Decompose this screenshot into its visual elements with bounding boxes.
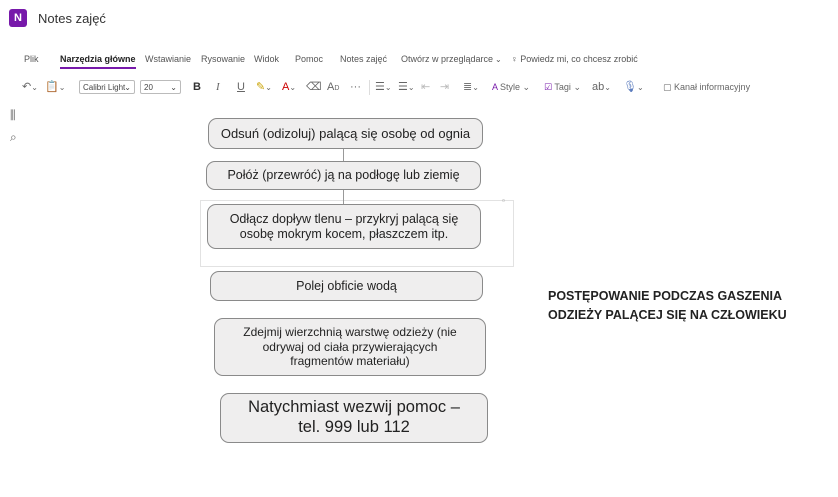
connector-line — [343, 149, 344, 161]
chevron-down-icon: ⌄ — [124, 83, 131, 92]
tags-button[interactable]: ☑ Tagi ⌄ — [544, 77, 581, 97]
connector-line — [343, 190, 344, 204]
step-text: Zdejmij wierzchnią warstwę odzieży (nie … — [243, 325, 457, 369]
font-size-value: 20 — [144, 83, 153, 92]
tell-me-search[interactable]: ♀ Powiedz mi, co chcesz zrobić — [511, 54, 638, 64]
italic-button[interactable]: I — [216, 77, 220, 97]
bullets-icon[interactable]: ☰⌄ — [375, 77, 392, 97]
onenote-app-icon: N — [9, 9, 27, 27]
step-text: Odsuń (odizoluj) palącą się osobę od ogn… — [220, 125, 471, 141]
chevron-down-icon: ⌄ — [495, 55, 502, 64]
step-text: Połóż (przewróć) ją na podłogę lub ziemi… — [227, 168, 460, 182]
tab-draw[interactable]: Rysowanie — [201, 54, 245, 64]
style-icon: A — [492, 82, 498, 92]
step-box[interactable]: Zdejmij wierzchnią warstwę odzieży (nie … — [214, 318, 486, 376]
font-name-select[interactable]: Calibri Light ⌄ — [79, 80, 135, 94]
bold-button[interactable]: B — [193, 77, 201, 97]
chevron-down-icon: ⌄ — [170, 83, 177, 92]
page-heading[interactable]: POSTĘPOWANIE PODCZAS GASZENIA ODZIEŻY PA… — [548, 287, 808, 325]
more-options-button[interactable]: ··· — [350, 77, 361, 97]
note-canvas: ▫ Odsuń (odizoluj) palącą się osobę od o… — [0, 0, 838, 497]
feed-label: Kanał informacyjny — [674, 82, 751, 92]
align-icon[interactable]: ≣⌄ — [463, 77, 479, 97]
frame-handle-icon[interactable]: ▫ — [502, 197, 510, 205]
tab-open-in-browser[interactable]: Otwórz w przeglądarce ⌄ — [401, 54, 502, 64]
title-bar: N Notes zajęć — [0, 0, 838, 40]
spelling-icon[interactable]: ab⌄ — [592, 77, 611, 97]
style-button[interactable]: A Style ⌄ — [492, 77, 530, 97]
indent-icon[interactable]: ⇥ — [440, 77, 449, 97]
divider — [369, 80, 370, 95]
tell-me-placeholder: Powiedz mi, co chcesz zrobić — [520, 54, 638, 64]
tab-file[interactable]: Plik — [24, 54, 39, 64]
search-icon[interactable]: ⌕ — [10, 130, 17, 145]
tab-help[interactable]: Pomoc — [295, 54, 323, 64]
step-box[interactable]: Połóż (przewróć) ją na podłogę lub ziemi… — [206, 161, 481, 190]
tab-class-notebook[interactable]: Notes zajęć — [340, 54, 387, 64]
eraser-icon[interactable]: ⌫ — [306, 77, 322, 97]
step-text: Natychmiast wezwij pomoc – tel. 999 lub … — [248, 398, 460, 436]
numbering-icon[interactable]: ☰⌄ — [398, 77, 415, 97]
dictate-icon[interactable]: 🎙⌄ — [623, 77, 644, 97]
step-box[interactable]: Odsuń (odizoluj) palącą się osobę od ogn… — [208, 118, 483, 149]
text-effects-icon[interactable]: AD — [327, 77, 339, 97]
tab-home[interactable]: Narzędzia główne — [60, 54, 136, 69]
font-size-select[interactable]: 20 ⌄ — [140, 80, 181, 94]
ribbon-tabs: Plik Narzędzia główne Wstawianie Rysowan… — [0, 54, 838, 72]
clipboard-icon[interactable]: 📋⌄ — [45, 77, 65, 97]
step-box[interactable]: Polej obficie wodą — [210, 271, 483, 301]
notebook-title[interactable]: Notes zajęć — [38, 11, 106, 26]
font-color-icon[interactable]: A⌄ — [282, 77, 296, 97]
step-text: Odłącz dopływ tlenu – przykryj palącą si… — [229, 211, 459, 241]
step-text: Polej obficie wodą — [296, 278, 397, 293]
tags-label: Tagi — [554, 82, 571, 92]
step-box[interactable]: Natychmiast wezwij pomoc – tel. 999 lub … — [220, 393, 488, 443]
underline-button[interactable]: U — [237, 77, 245, 97]
feed-icon: ▢ — [663, 82, 672, 92]
home-toolbar: ↶⌄ 📋⌄ Calibri Light ⌄ 20 ⌄ B I U ✎⌄ A⌄ ⌫ A… — [0, 77, 838, 99]
open-in-browser-label: Otwórz w przeglądarce — [401, 54, 494, 64]
library-icon[interactable]: ⫼ — [10, 108, 16, 123]
outdent-icon[interactable]: ⇤ — [421, 77, 430, 97]
tab-insert[interactable]: Wstawianie — [145, 54, 191, 64]
step-box[interactable]: Odłącz dopływ tlenu – przykryj palącą si… — [207, 204, 481, 249]
undo-icon[interactable]: ↶⌄ — [22, 77, 38, 97]
lightbulb-icon: ♀ — [511, 54, 518, 64]
style-label: Style — [500, 82, 521, 92]
tags-icon: ☑ — [544, 82, 553, 92]
feed-button[interactable]: ▢ Kanał informacyjny — [663, 77, 750, 97]
highlighter-icon[interactable]: ✎⌄ — [256, 77, 272, 97]
tab-view[interactable]: Widok — [254, 54, 279, 64]
font-name-value: Calibri Light — [83, 83, 126, 92]
